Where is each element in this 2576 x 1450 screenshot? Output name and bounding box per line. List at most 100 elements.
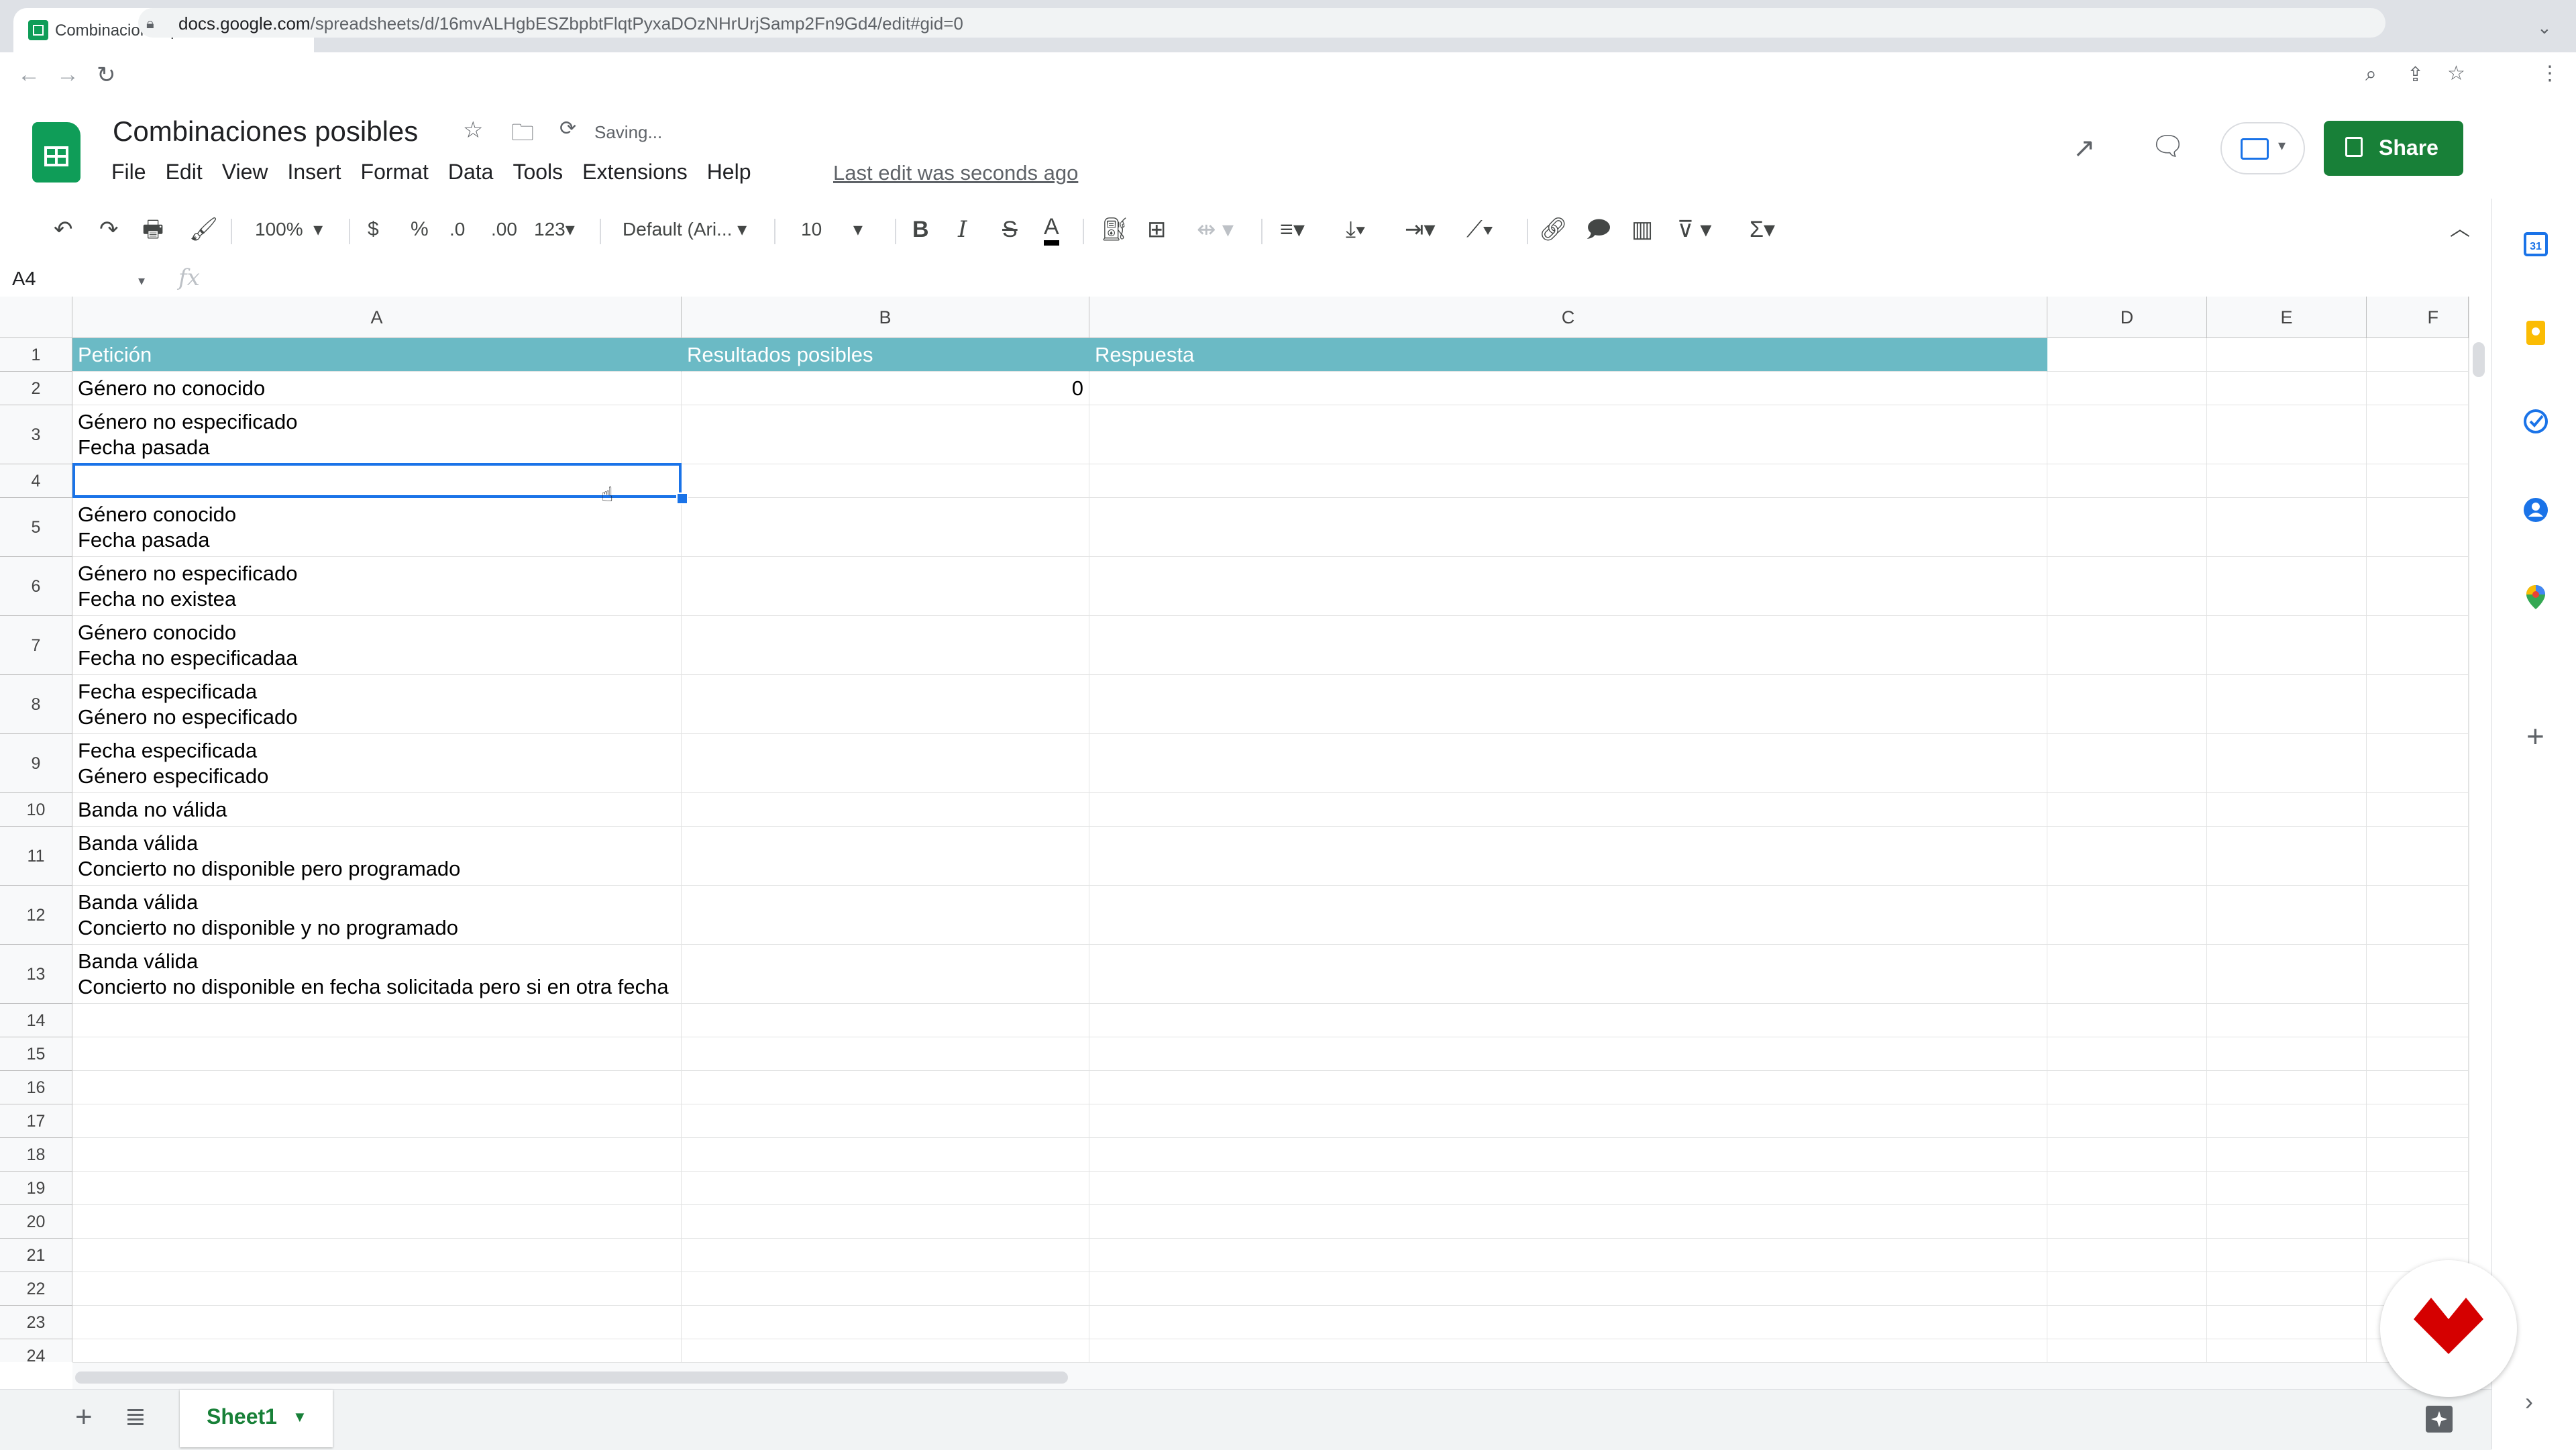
row-header[interactable]: 19 <box>0 1172 72 1205</box>
row-header[interactable]: 9 <box>0 734 72 793</box>
cell-a[interactable] <box>72 1272 682 1306</box>
name-box-chevron-icon[interactable]: ▾ <box>138 272 145 289</box>
italic-button[interactable]: I <box>958 213 967 246</box>
insert-comment-icon[interactable]: 🗩︎ <box>1586 213 1611 246</box>
column-header-e[interactable]: E <box>2207 297 2367 338</box>
cell-c[interactable] <box>1089 498 2047 557</box>
empty-cell[interactable] <box>2047 827 2207 886</box>
cell-c[interactable] <box>1089 1172 2047 1205</box>
cell-c[interactable] <box>1089 372 2047 405</box>
cell-b[interactable] <box>682 945 1089 1004</box>
empty-cell[interactable] <box>2367 945 2469 1004</box>
empty-cell[interactable] <box>2367 557 2469 616</box>
reload-icon[interactable]: ↻ <box>97 62 116 89</box>
empty-cell[interactable] <box>2047 793 2207 827</box>
cell-c[interactable] <box>1089 1205 2047 1239</box>
activity-trend-icon[interactable]: ↗ <box>2073 133 2096 164</box>
last-edit-link[interactable]: Last edit was seconds ago <box>833 161 1078 185</box>
comments-icon[interactable]: 🗨︎ <box>2151 130 2185 162</box>
fill-color-icon[interactable]: ⛽︎ <box>1100 213 1129 246</box>
percent-format-button[interactable]: % <box>411 213 429 246</box>
cell-b[interactable] <box>682 1205 1089 1239</box>
empty-cell[interactable] <box>2047 405 2207 464</box>
cell-a[interactable] <box>72 1004 682 1037</box>
cell-b[interactable] <box>682 1037 1089 1071</box>
row-header[interactable]: 24 <box>0 1339 72 1362</box>
empty-cell[interactable] <box>2367 1037 2469 1071</box>
menu-format[interactable]: Format <box>361 160 439 187</box>
empty-cell[interactable] <box>2047 1138 2207 1172</box>
empty-cell[interactable] <box>2047 886 2207 945</box>
strikethrough-button[interactable]: S <box>1002 213 1018 246</box>
cell-b[interactable] <box>682 405 1089 464</box>
zoom-icon[interactable]: ⌕ <box>2365 63 2377 86</box>
cell-a[interactable] <box>72 1339 682 1362</box>
all-sheets-list-icon[interactable]: ≣ <box>125 1402 146 1432</box>
cell-b[interactable] <box>682 1339 1089 1362</box>
column-header-c[interactable]: C <box>1089 297 2047 338</box>
column-header-a[interactable]: A <box>72 297 682 338</box>
paint-format-icon[interactable]: 🖌︎ <box>189 213 218 246</box>
row-header[interactable]: 15 <box>0 1037 72 1071</box>
row-header[interactable]: 2 <box>0 372 72 405</box>
menu-insert[interactable]: Insert <box>287 160 351 187</box>
empty-cell[interactable] <box>2047 1004 2207 1037</box>
cell-b[interactable] <box>682 1272 1089 1306</box>
spreadsheet-grid[interactable]: A B C D E F 1 Petición Resultados posibles… <box>0 297 2469 1362</box>
cell-c[interactable] <box>1089 1004 2047 1037</box>
cell-a[interactable]: Banda no válida <box>72 793 682 827</box>
horizontal-align-icon[interactable]: ≡▾ <box>1280 213 1305 246</box>
empty-cell[interactable] <box>2207 1138 2367 1172</box>
cell-a[interactable]: Fecha especificada Género no especificad… <box>72 675 682 734</box>
header-cell-c[interactable]: Respuesta <box>1089 338 2047 372</box>
empty-cell[interactable] <box>2207 338 2367 372</box>
font-size-select[interactable]: 10 ▾ <box>801 213 863 246</box>
row-header[interactable]: 7 <box>0 616 72 675</box>
vertical-scrollbar-thumb[interactable] <box>2473 342 2485 377</box>
cell-b[interactable] <box>682 616 1089 675</box>
share-page-icon[interactable]: ⇪ <box>2407 63 2424 87</box>
row-header[interactable]: 5 <box>0 498 72 557</box>
cell-b[interactable]: 0 <box>682 372 1089 405</box>
currency-format-button[interactable]: $ <box>368 213 379 246</box>
empty-cell[interactable] <box>2047 372 2207 405</box>
maps-icon[interactable] <box>2522 584 2549 611</box>
select-all-corner[interactable] <box>0 297 72 338</box>
cell-a[interactable]: Fecha especificada Género especificado <box>72 734 682 793</box>
tab-search-chevron-icon[interactable]: ⌄ <box>2537 17 2552 38</box>
cell-b[interactable] <box>682 557 1089 616</box>
cell-c[interactable] <box>1089 945 2047 1004</box>
cell-b[interactable] <box>682 1004 1089 1037</box>
empty-cell[interactable] <box>2367 675 2469 734</box>
cell-c[interactable] <box>1089 616 2047 675</box>
empty-cell[interactable] <box>2207 1104 2367 1138</box>
empty-cell[interactable] <box>2047 464 2207 498</box>
empty-cell[interactable] <box>2207 557 2367 616</box>
row-header[interactable]: 8 <box>0 675 72 734</box>
increase-decimal-button[interactable]: .00 <box>491 213 517 246</box>
empty-cell[interactable] <box>2047 1339 2207 1362</box>
cell-a[interactable]: Género no conocido <box>72 372 682 405</box>
text-color-button[interactable]: A <box>1044 213 1059 246</box>
document-title[interactable]: Combinaciones posibles <box>113 115 418 148</box>
row-header[interactable]: 11 <box>0 827 72 886</box>
empty-cell[interactable] <box>2207 1272 2367 1306</box>
row-header[interactable]: 10 <box>0 793 72 827</box>
empty-cell[interactable] <box>2207 945 2367 1004</box>
cell-a[interactable] <box>72 1104 682 1138</box>
cell-a[interactable]: Género conocido Fecha no especificadaa <box>72 616 682 675</box>
empty-cell[interactable] <box>2047 1104 2207 1138</box>
empty-cell[interactable] <box>2047 675 2207 734</box>
menu-tools[interactable]: Tools <box>513 160 573 187</box>
get-addons-icon[interactable]: + <box>2526 718 2544 754</box>
empty-cell[interactable] <box>2207 1071 2367 1104</box>
bookmark-star-icon[interactable]: ☆ <box>2447 62 2465 85</box>
empty-cell[interactable] <box>2367 886 2469 945</box>
empty-cell[interactable] <box>2207 1205 2367 1239</box>
cell-a[interactable] <box>72 464 682 498</box>
insert-chart-icon[interactable]: ▥ <box>1631 213 1653 246</box>
borders-icon[interactable]: ⊞ <box>1147 213 1167 246</box>
row-header[interactable]: 18 <box>0 1138 72 1172</box>
sheet-tab-sheet1[interactable]: Sheet1 ▼ <box>180 1390 333 1447</box>
back-arrow-icon[interactable]: ← <box>17 62 40 88</box>
